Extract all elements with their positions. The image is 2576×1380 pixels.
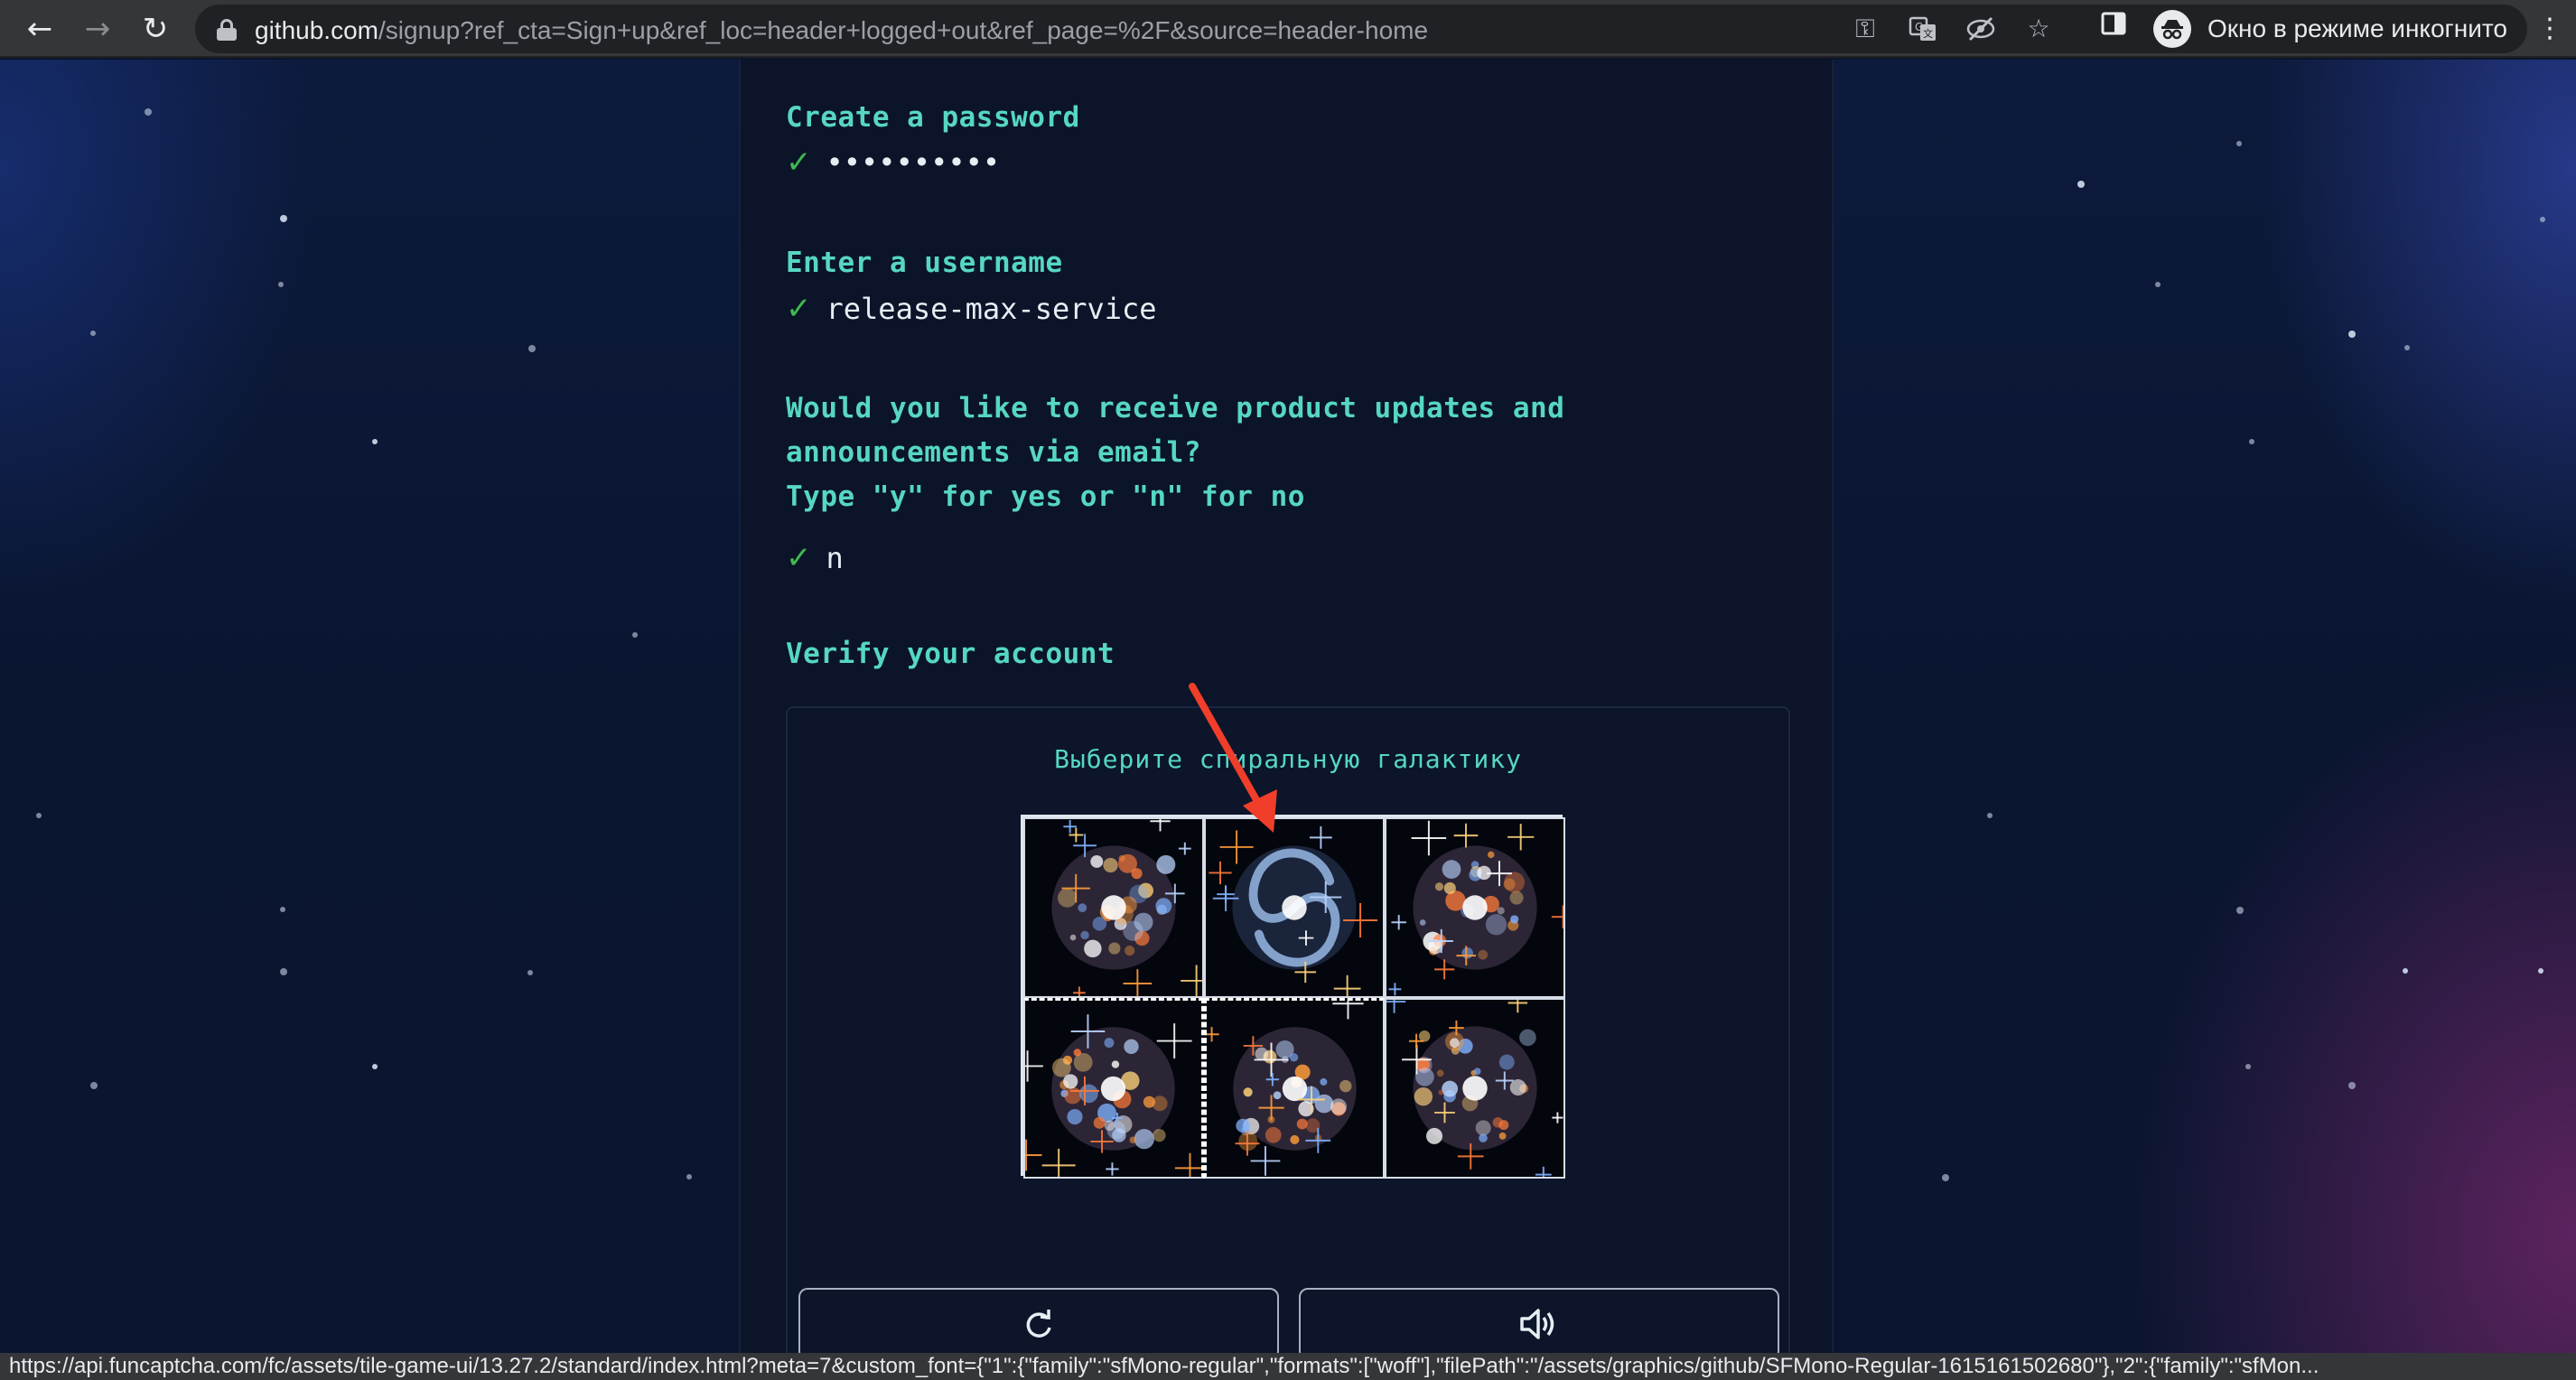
star bbox=[2236, 141, 2242, 146]
browser-toolbar: ← → ↻ github.com/signup?ref_cta=Sign+up&… bbox=[0, 0, 2576, 58]
check-icon: ✓ bbox=[786, 145, 812, 181]
check-icon: ✓ bbox=[786, 291, 812, 327]
captcha-audio-button[interactable] bbox=[1299, 1288, 1779, 1360]
galaxy-tile-6[interactable] bbox=[1385, 998, 1565, 1179]
speaker-icon bbox=[1520, 1309, 1554, 1339]
eye-off-icon[interactable] bbox=[1965, 14, 1996, 44]
username-value: release-max-service bbox=[826, 292, 1157, 326]
translate-icon[interactable]: G文 bbox=[1908, 14, 1938, 44]
incognito-label: Окно в режиме инкогнито bbox=[2207, 14, 2507, 42]
star bbox=[2538, 968, 2543, 974]
bookmark-star-icon[interactable]: ☆ bbox=[2023, 14, 2054, 44]
galaxy-tile-2[interactable] bbox=[1204, 817, 1385, 998]
lock-icon[interactable] bbox=[217, 19, 237, 41]
star bbox=[2540, 217, 2545, 222]
captcha-tile-grid bbox=[1021, 815, 1565, 1179]
status-bar-url: https://api.funcaptcha.com/fc/assets/til… bbox=[0, 1353, 2576, 1380]
incognito-icon bbox=[2153, 10, 2191, 48]
star bbox=[2077, 181, 2085, 188]
star bbox=[1942, 1174, 1949, 1181]
password-prompt: Create a password bbox=[786, 101, 1080, 134]
galaxy-tile-1[interactable] bbox=[1023, 817, 1204, 998]
url-path: /signup?ref_cta=Sign+up&ref_loc=header+l… bbox=[378, 16, 1429, 44]
key-icon[interactable]: ⚿ bbox=[1850, 14, 1881, 44]
check-icon: ✓ bbox=[786, 540, 812, 576]
star bbox=[2403, 968, 2408, 974]
verify-prompt: Verify your account bbox=[786, 638, 1115, 670]
updates-prompt-line1: Would you like to receive product update… bbox=[786, 392, 1565, 424]
star bbox=[1987, 813, 1993, 818]
star bbox=[632, 632, 638, 638]
refresh-icon bbox=[1026, 1310, 1051, 1338]
star bbox=[686, 1174, 692, 1180]
url-host: github.com bbox=[255, 16, 378, 44]
svg-text:文: 文 bbox=[1923, 27, 1933, 40]
star bbox=[280, 215, 287, 222]
reload-button[interactable]: ↻ bbox=[132, 5, 179, 52]
username-answer: ✓ release-max-service bbox=[786, 291, 1157, 327]
star bbox=[2245, 1064, 2251, 1069]
browser-menu-icon[interactable]: ⋮ bbox=[2536, 9, 2563, 49]
forward-button[interactable]: → bbox=[74, 5, 121, 52]
star bbox=[145, 108, 152, 116]
star bbox=[278, 282, 284, 287]
star bbox=[527, 970, 533, 975]
star bbox=[90, 1082, 98, 1089]
username-prompt: Enter a username bbox=[786, 247, 1063, 279]
galaxy-tile-4[interactable] bbox=[1023, 998, 1204, 1179]
galaxy-tile-5[interactable] bbox=[1204, 998, 1385, 1179]
star bbox=[280, 968, 287, 975]
star bbox=[2404, 345, 2410, 350]
url-text[interactable]: github.com/signup?ref_cta=Sign+up&ref_lo… bbox=[255, 16, 1428, 45]
star bbox=[2236, 907, 2244, 914]
star bbox=[528, 345, 536, 352]
star bbox=[372, 1064, 378, 1069]
password-answer: ✓ •••••••••• bbox=[786, 145, 1000, 181]
star bbox=[2348, 331, 2356, 338]
annotation-arrow-icon bbox=[1189, 683, 1277, 833]
captcha-reload-button[interactable] bbox=[798, 1288, 1279, 1360]
galaxy-tile-3[interactable] bbox=[1385, 817, 1565, 998]
updates-answer: ✓ n bbox=[786, 540, 844, 576]
star bbox=[2348, 1082, 2356, 1089]
star bbox=[90, 331, 96, 336]
star bbox=[372, 439, 378, 444]
updates-prompt-line3: Type "y" for yes or "n" for no bbox=[786, 480, 1305, 513]
updates-prompt-line2: announcements via email? bbox=[786, 436, 1201, 469]
star bbox=[36, 813, 42, 818]
side-panel-icon[interactable] bbox=[2094, 9, 2133, 49]
star bbox=[2155, 282, 2161, 287]
star bbox=[2249, 439, 2254, 444]
back-button[interactable]: ← bbox=[16, 5, 63, 52]
incognito-indicator[interactable]: Окно в режиме инкогнито bbox=[2148, 5, 2527, 53]
password-value: •••••••••• bbox=[826, 145, 1001, 180]
star bbox=[280, 907, 285, 912]
updates-value: n bbox=[826, 541, 844, 575]
